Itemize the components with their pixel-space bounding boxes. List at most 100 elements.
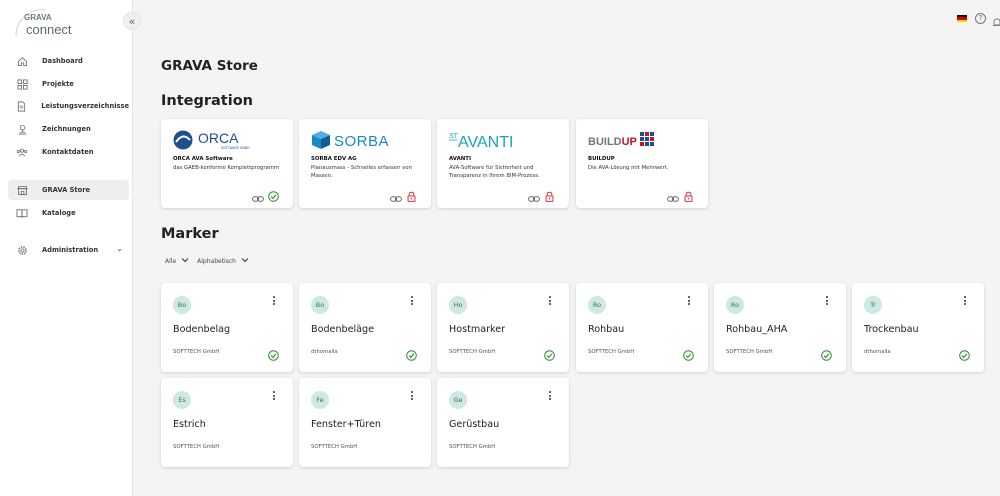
marker-filters: Alle Alphabetisch (165, 257, 249, 265)
more-options-icon[interactable] (409, 295, 415, 307)
grava-connect-logo[interactable]: GRAVA connect (10, 6, 78, 40)
grid-icon (15, 77, 29, 91)
svg-text:SOFTWARE GMBH: SOFTWARE GMBH (221, 146, 250, 150)
marker-name: Fenster+Türen (311, 419, 381, 430)
integration-description: Die AVA-Lösung mit Mehrwert. (588, 165, 669, 171)
marker-name: Gerüstbau (449, 419, 500, 430)
marker-card[interactable]: Bo Bodenbelag SOFTTECH GmbH (161, 283, 293, 372)
integration-name: ORCA AVA Software (173, 156, 233, 162)
more-options-icon[interactable] (824, 295, 830, 307)
sidebar-item-label: GRAVA Store (42, 186, 91, 194)
marker-card[interactable]: Ho Hostmarker SOFTTECH GmbH (437, 283, 569, 372)
integration-name: AVANTI (449, 156, 471, 162)
more-options-icon[interactable] (547, 295, 553, 307)
filter-label: Alle (165, 257, 177, 265)
link-icon[interactable] (667, 188, 679, 202)
sidebar-item-leistungsverzeichnisse[interactable]: Leistungsverzeichnisse (8, 96, 129, 116)
marker-owner: dthomalla (864, 349, 891, 355)
sidebar-item-label: Kataloge (42, 209, 76, 217)
store-icon (15, 183, 29, 197)
lock-icon[interactable] (544, 187, 555, 202)
marker-owner: SOFTTECH GmbH (449, 444, 496, 450)
integration-description: das GAEB-konforme Komplettprogramm (173, 165, 280, 171)
marker-card[interactable]: Fe Fenster+Türen SOFTTECH GmbH (299, 378, 431, 467)
sidebar-item-projekte[interactable]: Projekte (8, 74, 129, 94)
check-circle-icon (544, 346, 555, 361)
chevron-down-icon: ⌄ (116, 244, 123, 253)
sort-dropdown[interactable]: Alphabetisch (197, 257, 249, 265)
marker-card[interactable]: Bo Bodenbeläge dthomalla (299, 283, 431, 372)
avatar: Tr (864, 296, 882, 314)
marker-name: Rohbau (588, 324, 625, 335)
svg-text:GRAVA: GRAVA (24, 13, 52, 22)
marker-owner: SOFTTECH GmbH (726, 349, 773, 355)
orca-logo: ORCA SOFTWARE GMBH (173, 129, 263, 151)
sidebar-item-dashboard[interactable]: Dashboard (8, 51, 129, 71)
sidebar-item-grava-store[interactable]: GRAVA Store (8, 180, 129, 200)
marker-owner: SOFTTECH GmbH (588, 349, 635, 355)
marker-card[interactable]: Tr Trockenbau dthomalla (852, 283, 984, 372)
bell-icon[interactable] (993, 13, 1000, 26)
buildup-logo: BUILDUP (588, 129, 678, 151)
sidebar-item-administration[interactable]: Administration ⌄ (8, 240, 129, 260)
check-circle-icon (406, 346, 417, 361)
marker-owner: SOFTTECH GmbH (311, 444, 358, 450)
gear-icon (15, 243, 29, 257)
collapse-sidebar-button[interactable]: « (123, 12, 141, 30)
link-icon[interactable] (390, 188, 402, 202)
link-icon[interactable] (528, 188, 540, 202)
sidebar-item-label: Dashboard (42, 57, 83, 65)
link-icon[interactable] (252, 188, 264, 202)
integration-name: SORBA EDV AG (311, 156, 357, 162)
lock-icon[interactable] (406, 187, 417, 202)
chevron-down-icon (181, 257, 189, 265)
contacts-icon (15, 145, 29, 159)
marker-name: Trockenbau (864, 324, 919, 335)
more-options-icon[interactable] (409, 390, 415, 402)
sidebar-item-label: Kontaktdaten (42, 148, 94, 156)
book-icon (15, 206, 29, 220)
integration-card-sorba[interactable]: SORBA SORBA EDV AG Planausmass - Schnell… (299, 119, 431, 208)
category-filter-dropdown[interactable]: Alle (165, 257, 189, 265)
sidebar-item-zeichnungen[interactable]: Zeichnungen (8, 119, 129, 139)
avatar: Ho (449, 296, 467, 314)
sidebar-item-kataloge[interactable]: Kataloge (8, 203, 129, 223)
avatar: Bo (311, 296, 329, 314)
more-options-icon[interactable] (271, 295, 277, 307)
svg-text:SORBA: SORBA (334, 133, 389, 150)
integration-card-avanti[interactable]: ST AVANTI AVANTI AVA-Software für Sicher… (437, 119, 569, 208)
lock-icon[interactable] (683, 187, 694, 202)
svg-text:AVANTI: AVANTI (458, 134, 513, 151)
sidebar-item-label: Administration (42, 246, 99, 254)
marker-name: Hostmarker (449, 324, 506, 335)
marker-name: Bodenbeläge (311, 324, 375, 335)
page-title: GRAVA Store (161, 58, 258, 74)
avatar: Ro (726, 296, 744, 314)
more-options-icon[interactable] (547, 390, 553, 402)
avanti-logo: ST AVANTI (449, 129, 539, 151)
more-options-icon[interactable] (962, 295, 968, 307)
document-icon (15, 99, 28, 113)
integration-card-buildup[interactable]: BUILDUP BUILDUP Die AVA-Lösung mit Mehrw… (576, 119, 708, 208)
marker-owner: SOFTTECH GmbH (173, 444, 220, 450)
sort-label: Alphabetisch (197, 257, 236, 265)
more-options-icon[interactable] (686, 295, 692, 307)
svg-text:connect: connect (26, 22, 72, 37)
avatar: Ro (588, 296, 606, 314)
marker-card[interactable]: Ro Rohbau SOFTTECH GmbH (576, 283, 708, 372)
marker-card[interactable]: Es Estrich SOFTTECH GmbH (161, 378, 293, 467)
sorba-logo: SORBA (311, 129, 401, 151)
integration-name: BUILDUP (588, 156, 615, 162)
more-options-icon[interactable] (271, 390, 277, 402)
marker-card[interactable]: Ge Gerüstbau SOFTTECH GmbH (437, 378, 569, 467)
integration-card-orca[interactable]: ORCA SOFTWARE GMBH ORCA AVA Software das… (161, 119, 293, 208)
help-icon[interactable]: ? (975, 13, 986, 24)
drawing-icon (15, 122, 29, 136)
sidebar-item-kontaktdaten[interactable]: Kontaktdaten (8, 142, 129, 162)
svg-text:ORCA: ORCA (198, 130, 239, 146)
integration-title: Integration (161, 93, 253, 109)
marker-card[interactable]: Ro Rohbau_AHA SOFTTECH GmbH (714, 283, 846, 372)
german-flag-icon[interactable] (957, 15, 967, 22)
sidebar-item-label: Projekte (42, 80, 74, 88)
check-circle-icon (683, 346, 694, 361)
